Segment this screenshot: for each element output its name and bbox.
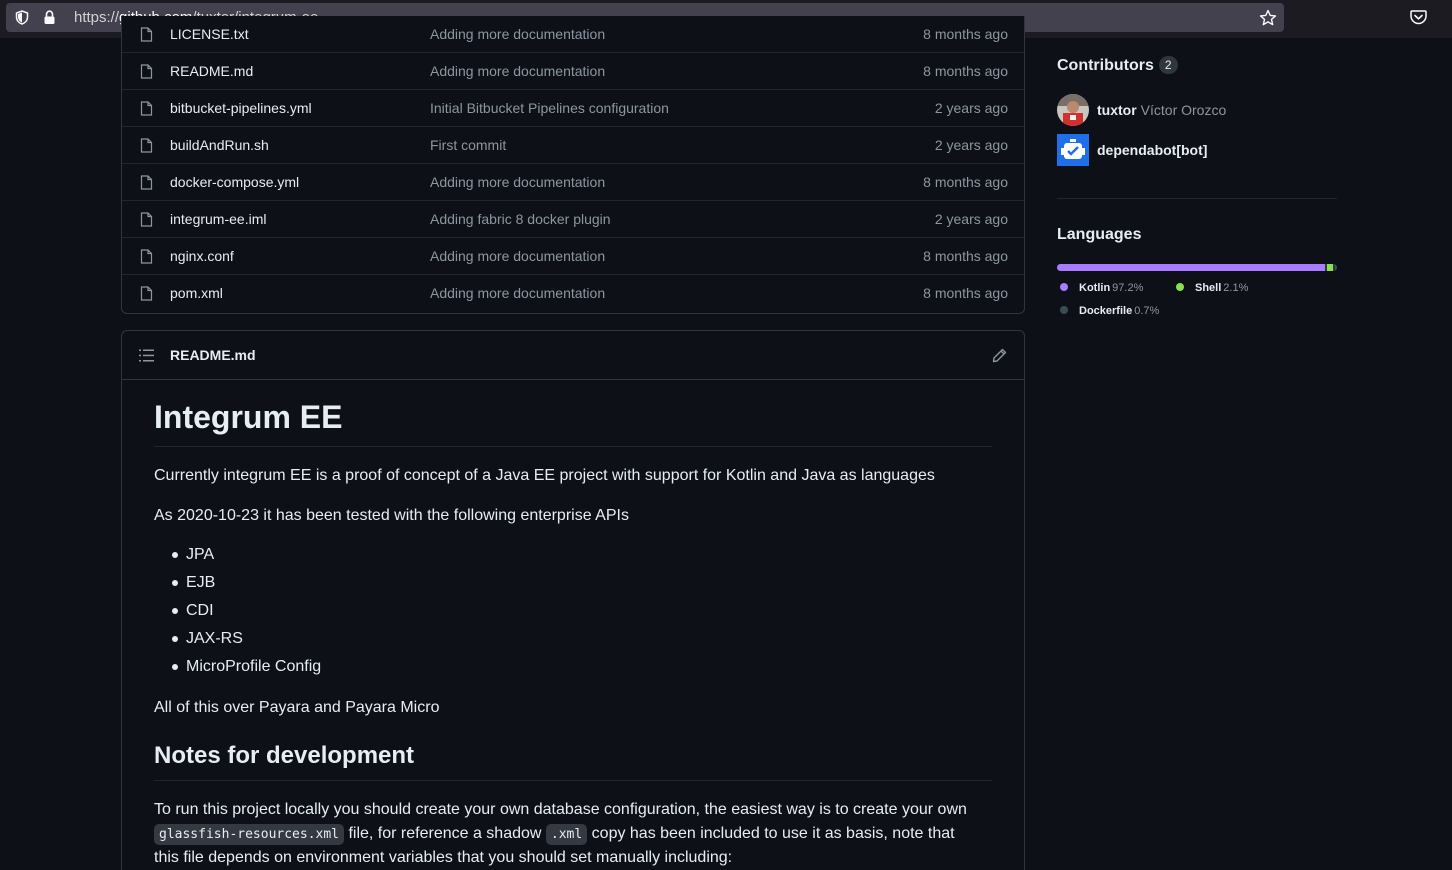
language-color-dot (1060, 306, 1068, 314)
file-row[interactable]: docker-compose.yml Adding more documentat… (122, 163, 1024, 200)
commit-date: 2 years ago (934, 211, 1008, 227)
language-color-dot (1176, 283, 1184, 291)
bookmark-star-icon[interactable] (1259, 9, 1277, 27)
commit-date: 8 months ago (923, 26, 1008, 42)
commit-message[interactable]: First commit (430, 137, 506, 153)
commit-date: 2 years ago (934, 137, 1008, 153)
list-item: JAX-RS (171, 627, 321, 655)
tracking-protection-shield-icon[interactable] (15, 10, 29, 25)
file-row[interactable]: integrum-ee.iml Adding fabric 8 docker pl… (122, 200, 1024, 237)
contributor-dependabot[interactable]: dependabot[bot] (1057, 134, 1207, 166)
dev-notes-line-3: this file depends on environment variabl… (154, 849, 733, 866)
file-icon (140, 27, 153, 42)
commit-date: 8 months ago (923, 174, 1008, 190)
avatar-photo-icon (1057, 94, 1089, 126)
contributor-name: Víctor Orozco (1140, 102, 1227, 118)
language-bar-segment-dockerfile (1335, 264, 1337, 271)
edit-pencil-icon[interactable] (992, 348, 1007, 363)
file-icon (140, 101, 153, 116)
contributors-heading[interactable]: Contributors 2 (1057, 56, 1178, 75)
commit-date: 8 months ago (923, 285, 1008, 301)
language-name: Shell (1195, 282, 1222, 294)
file-icon (140, 212, 153, 227)
language-item-shell[interactable]: Shell 2.1% (1176, 282, 1248, 294)
commit-date: 8 months ago (923, 63, 1008, 79)
dev-notes-text: copy has been included to use it as basi… (587, 825, 955, 842)
list-item: CDI (171, 599, 321, 627)
file-list: LICENSE.txt Adding more documentation 8 mo… (121, 16, 1025, 314)
url-scheme: https:// (74, 9, 120, 26)
commit-message[interactable]: Adding more documentation (430, 174, 605, 190)
file-icon (140, 64, 153, 79)
list-item: JPA (171, 543, 321, 571)
file-row[interactable]: nginx.conf Adding more documentation 8 mon… (122, 237, 1024, 274)
language-bar-segment-kotlin (1057, 264, 1326, 271)
readme-filename[interactable]: README.md (170, 347, 256, 363)
outline-list-icon[interactable] (139, 349, 154, 362)
readme-box: README.md Integrum EE Currently integrum… (121, 330, 1025, 870)
commit-message[interactable]: Adding more documentation (430, 248, 605, 264)
language-percent: 0.7% (1134, 305, 1160, 317)
list-item: EJB (171, 571, 321, 599)
notes-heading: Notes for development (154, 741, 992, 781)
commit-message[interactable]: Adding more documentation (430, 285, 605, 301)
contributor-tuxtor[interactable]: tuxtor Víctor Orozco (1057, 94, 1226, 126)
file-icon (140, 286, 153, 301)
file-name[interactable]: README.md (170, 63, 253, 79)
code-xml: .xml (545, 824, 588, 845)
language-color-dot (1060, 283, 1068, 291)
readme-heading: Integrum EE (154, 400, 992, 447)
language-percent: 97.2% (1112, 282, 1144, 294)
avatar[interactable] (1057, 94, 1089, 126)
contributors-count: 2 (1158, 56, 1178, 74)
commit-message[interactable]: Initial Bitbucket Pipelines configuratio… (430, 100, 669, 116)
dev-notes-line-2: glassfish-resources.xml file, for refere… (154, 822, 955, 847)
file-name[interactable]: docker-compose.yml (170, 174, 299, 190)
file-icon (140, 249, 153, 264)
sidebar-divider (1057, 198, 1337, 199)
language-bar (1057, 264, 1337, 271)
dev-notes-line-1: To run this project locally you should c… (154, 801, 967, 818)
commit-message[interactable]: Adding more documentation (430, 63, 605, 79)
file-name[interactable]: bitbucket-pipelines.yml (170, 100, 312, 116)
code-glassfish-resources: glassfish-resources.xml (154, 824, 345, 845)
contributors-title: Contributors (1057, 57, 1154, 74)
contributor-login[interactable]: dependabot[bot] (1097, 142, 1207, 158)
languages-heading: Languages (1057, 226, 1142, 243)
commit-date: 8 months ago (923, 248, 1008, 264)
file-icon (140, 175, 153, 190)
language-percent: 2.1% (1223, 282, 1249, 294)
language-item-dockerfile[interactable]: Dockerfile 0.7% (1060, 305, 1159, 317)
file-row[interactable]: bitbucket-pipelines.yml Initial Bitbucket… (122, 89, 1024, 126)
list-item: MicroProfile Config (171, 655, 321, 683)
file-row[interactable]: README.md Adding more documentation 8 mont… (122, 52, 1024, 89)
file-row[interactable]: LICENSE.txt Adding more documentation 8 mo… (122, 16, 1024, 52)
readme-payara: All of this over Payara and Payara Micro (154, 699, 440, 716)
readme-intro: Currently integrum EE is a proof of conc… (154, 467, 935, 484)
language-bar-segment-shell (1327, 264, 1334, 271)
file-name[interactable]: integrum-ee.iml (170, 211, 266, 227)
file-icon (140, 138, 153, 153)
dev-notes-text: file, for reference a shadow (344, 825, 546, 842)
language-item-kotlin[interactable]: Kotlin 97.2% (1060, 282, 1143, 294)
file-name[interactable]: nginx.conf (170, 248, 234, 264)
file-name[interactable]: LICENSE.txt (170, 26, 249, 42)
readme-header: README.md (122, 331, 1024, 380)
file-name[interactable]: pom.xml (170, 285, 223, 301)
pocket-icon[interactable] (1410, 9, 1427, 25)
file-name[interactable]: buildAndRun.sh (170, 137, 269, 153)
commit-message[interactable]: Adding more documentation (430, 26, 605, 42)
commit-date: 2 years ago (934, 100, 1008, 116)
file-row[interactable]: pom.xml Adding more documentation 8 months… (122, 274, 1024, 311)
robot-icon (1057, 134, 1089, 166)
lock-icon[interactable] (43, 10, 56, 25)
contributor-login[interactable]: tuxtor (1097, 102, 1137, 118)
avatar[interactable] (1057, 134, 1089, 166)
commit-message[interactable]: Adding fabric 8 docker plugin (430, 211, 611, 227)
file-row[interactable]: buildAndRun.sh First commit 2 years ago (122, 126, 1024, 163)
language-name: Kotlin (1079, 282, 1111, 294)
language-name: Dockerfile (1079, 305, 1133, 317)
readme-tested: As 2020-10-23 it has been tested with th… (154, 507, 629, 524)
api-list: JPA EJB CDI JAX-RS MicroProfile Config (171, 543, 321, 683)
